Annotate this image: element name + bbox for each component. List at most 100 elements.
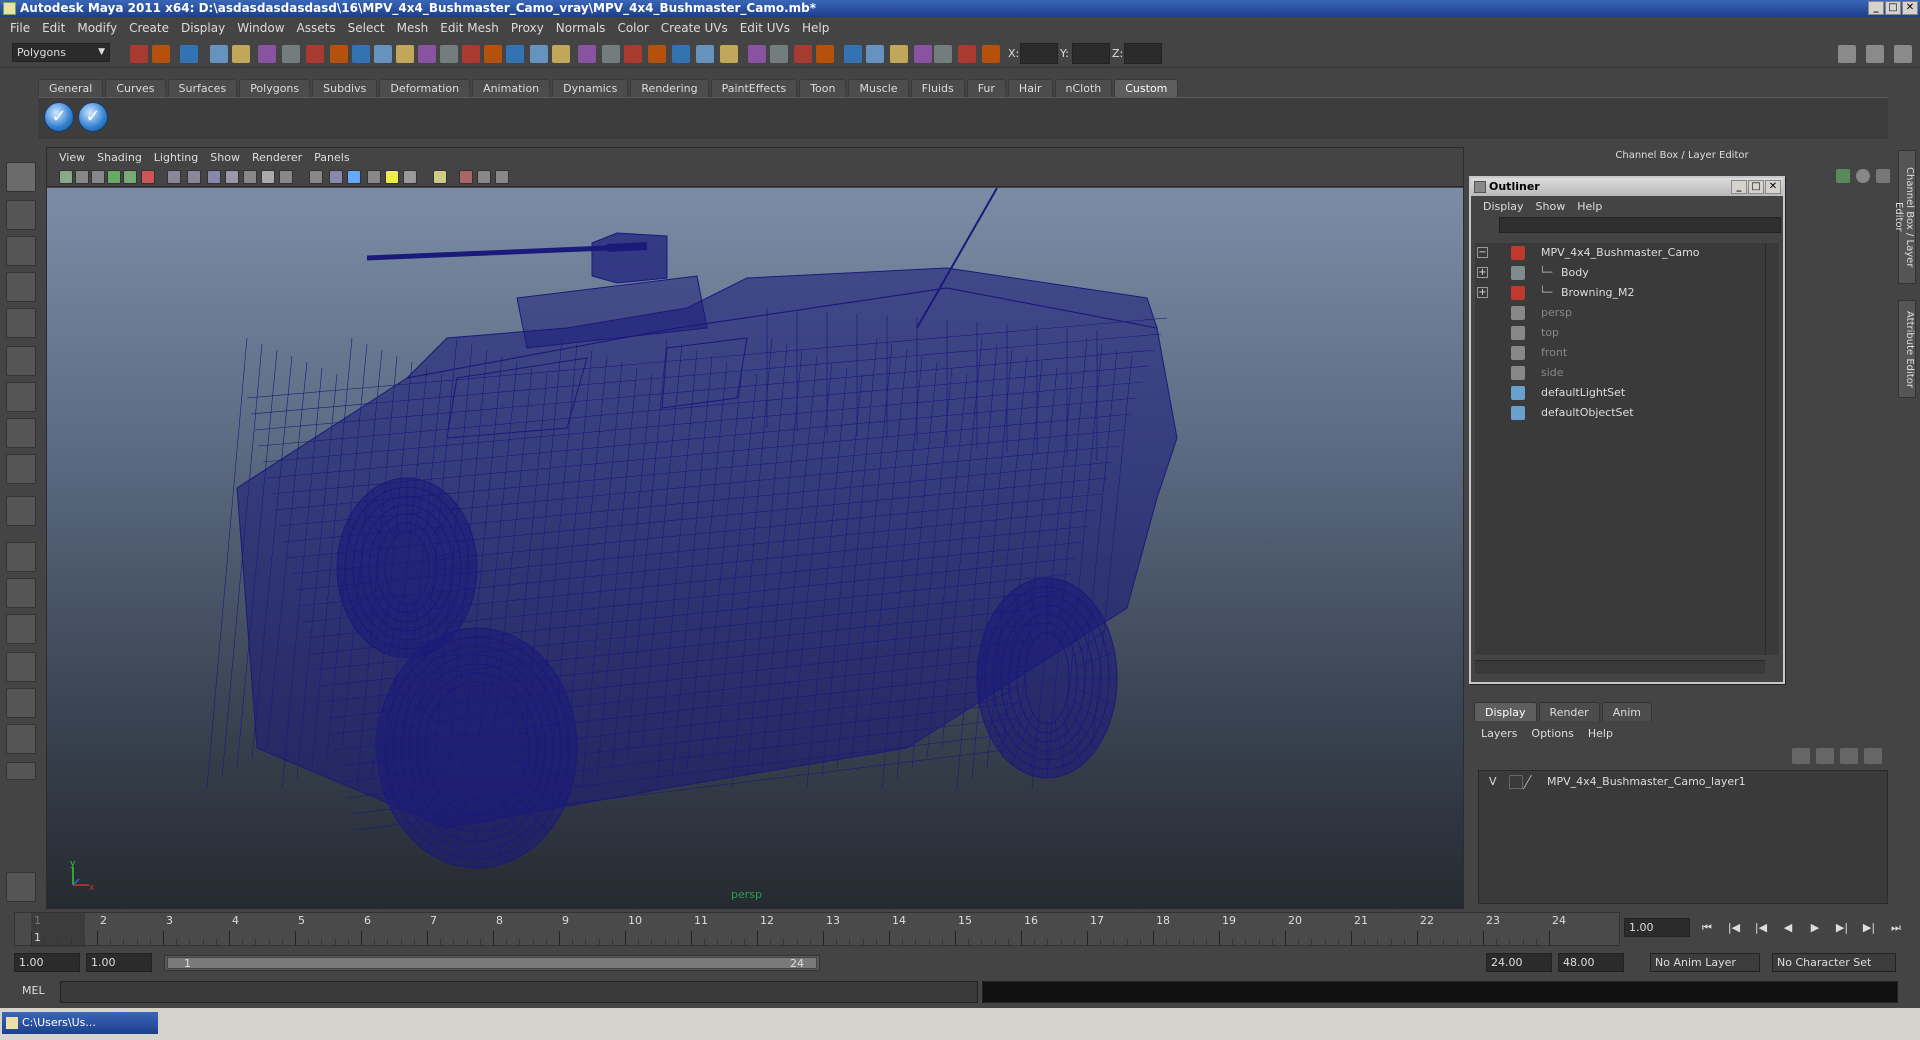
- shelf-tab-polygons[interactable]: Polygons: [239, 79, 311, 97]
- new-layer-selected-icon[interactable]: [1816, 748, 1834, 764]
- status-tool-icon[interactable]: [696, 45, 714, 63]
- animation-start-field[interactable]: 1.00: [14, 953, 80, 972]
- outliner-filter-field[interactable]: [1499, 217, 1781, 233]
- shelf-tab-ncloth[interactable]: nCloth: [1054, 79, 1113, 97]
- viewport-tool-icon[interactable]: [279, 170, 293, 184]
- manip-icon[interactable]: [1836, 169, 1850, 183]
- status-tool-icon[interactable]: [152, 45, 170, 63]
- layer-menu-help[interactable]: Help: [1581, 727, 1620, 740]
- shelf-tab-hair[interactable]: Hair: [1007, 79, 1053, 97]
- viewport-tool-icon[interactable]: [309, 170, 323, 184]
- viewport-tool-icon[interactable]: [347, 170, 361, 184]
- status-tool-icon[interactable]: [602, 45, 620, 63]
- outliner-maximize-button[interactable]: □: [1748, 180, 1764, 194]
- shelf-tab-rendering[interactable]: Rendering: [630, 79, 709, 97]
- play-backwards-icon[interactable]: ◀: [1779, 920, 1797, 936]
- step-forward-frame-icon[interactable]: ▶|: [1833, 920, 1851, 936]
- status-tool-icon[interactable]: [914, 45, 932, 63]
- viewport-menu-show[interactable]: Show: [204, 151, 246, 164]
- status-tool-icon[interactable]: [648, 45, 666, 63]
- menu-file[interactable]: File: [4, 21, 36, 35]
- outliner-item[interactable]: defaultLightSet: [1475, 383, 1765, 403]
- z-field[interactable]: [1124, 43, 1162, 64]
- outliner-horizontal-scrollbar[interactable]: [1475, 660, 1765, 674]
- shelf-tab-general[interactable]: General: [38, 79, 104, 97]
- y-field[interactable]: [1072, 43, 1110, 64]
- viewport-tool-icon[interactable]: [167, 170, 181, 184]
- shelf-tab-animation[interactable]: Animation: [472, 79, 551, 97]
- persp-graph-layout-icon[interactable]: [6, 652, 36, 682]
- layer-row[interactable]: V MPV_4x4_Bushmaster_Camo_layer1: [1479, 773, 1887, 791]
- four-view-layout-icon[interactable]: [6, 578, 36, 608]
- last-tool-icon[interactable]: [6, 496, 36, 526]
- status-tool-icon[interactable]: [816, 45, 834, 63]
- mel-help-icon[interactable]: [6, 872, 36, 902]
- animation-end-field[interactable]: 48.00: [1558, 953, 1624, 972]
- status-tool-icon[interactable]: [770, 45, 788, 63]
- status-tool-icon[interactable]: [578, 45, 596, 63]
- viewport-tool-icon[interactable]: [495, 170, 509, 184]
- single-perspective-layout-icon[interactable]: [6, 542, 36, 572]
- status-tool-icon[interactable]: [330, 45, 348, 63]
- status-tool-icon[interactable]: [374, 45, 392, 63]
- paint-select-tool-icon[interactable]: [6, 236, 36, 266]
- menu-select[interactable]: Select: [342, 21, 391, 35]
- menu-edit[interactable]: Edit: [36, 21, 71, 35]
- menu-normals[interactable]: Normals: [550, 21, 612, 35]
- new-layer-icon[interactable]: [1792, 748, 1810, 764]
- outliner-close-button[interactable]: ✕: [1765, 180, 1781, 194]
- status-tool-icon[interactable]: [258, 45, 276, 63]
- menu-modify[interactable]: Modify: [71, 21, 123, 35]
- status-tool-icon[interactable]: [484, 45, 502, 63]
- viewport-menu-panels[interactable]: Panels: [308, 151, 355, 164]
- viewport-menu-view[interactable]: View: [53, 151, 91, 164]
- play-forwards-icon[interactable]: ▶: [1806, 920, 1824, 936]
- close-button[interactable]: ✕: [1902, 1, 1918, 15]
- scale-tool-icon[interactable]: [6, 346, 36, 376]
- minimize-button[interactable]: _: [1868, 1, 1884, 15]
- universal-manipulator-icon[interactable]: [6, 382, 36, 412]
- status-tool-icon[interactable]: [440, 45, 458, 63]
- step-forward-key-icon[interactable]: ▶|: [1860, 920, 1878, 936]
- layer-display-type-toggle[interactable]: [1509, 775, 1523, 789]
- viewport-tool-icon[interactable]: [141, 170, 155, 184]
- status-tool-icon[interactable]: [748, 45, 766, 63]
- status-tool-icon[interactable]: [958, 45, 976, 63]
- playback-start-field[interactable]: 1.00: [86, 953, 152, 972]
- expand-toggle-icon[interactable]: −: [1477, 247, 1488, 258]
- move-up-layer-icon[interactable]: [1840, 748, 1858, 764]
- status-tool-icon[interactable]: [232, 45, 250, 63]
- viewport-tool-icon[interactable]: [91, 170, 105, 184]
- menu-create-uvs[interactable]: Create UVs: [655, 21, 734, 35]
- status-tool-icon[interactable]: [352, 45, 370, 63]
- menu-set-dropdown[interactable]: Polygons ▼: [12, 43, 110, 62]
- move-down-layer-icon[interactable]: [1864, 748, 1882, 764]
- status-tool-icon[interactable]: [282, 45, 300, 63]
- viewport-tool-icon[interactable]: [187, 170, 201, 184]
- status-tool-icon[interactable]: [552, 45, 570, 63]
- time-slider[interactable]: 1234567891011121314151617181920212223241: [14, 912, 1620, 947]
- viewport-tool-icon[interactable]: [123, 170, 137, 184]
- expand-toggle-icon[interactable]: +: [1477, 287, 1488, 298]
- status-tool-icon[interactable]: [720, 45, 738, 63]
- status-tool-icon[interactable]: [462, 45, 480, 63]
- viewport-tool-icon[interactable]: [59, 170, 73, 184]
- viewport-tool-icon[interactable]: [433, 170, 447, 184]
- status-tool-icon[interactable]: [890, 45, 908, 63]
- outliner-item[interactable]: top: [1475, 323, 1765, 343]
- bushmaster-wireframe-model[interactable]: [47, 188, 1463, 909]
- menu-create[interactable]: Create: [123, 21, 175, 35]
- viewport-menu-lighting[interactable]: Lighting: [148, 151, 204, 164]
- status-tool-icon[interactable]: [624, 45, 642, 63]
- shelf-tab-custom[interactable]: Custom: [1114, 79, 1179, 97]
- menu-proxy[interactable]: Proxy: [505, 21, 550, 35]
- speed-icon[interactable]: [1856, 169, 1870, 183]
- viewport-tool-icon[interactable]: [261, 170, 275, 184]
- shelf-tab-dynamics[interactable]: Dynamics: [552, 79, 629, 97]
- anim-layer-dropdown[interactable]: No Anim Layer: [1650, 953, 1760, 972]
- outliner-menu-help[interactable]: Help: [1571, 200, 1608, 213]
- status-tool-icon[interactable]: [210, 45, 228, 63]
- shelf-tab-painteffects[interactable]: PaintEffects: [710, 79, 798, 97]
- step-back-frame-icon[interactable]: |◀: [1752, 920, 1770, 936]
- hyper-icon[interactable]: [1876, 169, 1890, 183]
